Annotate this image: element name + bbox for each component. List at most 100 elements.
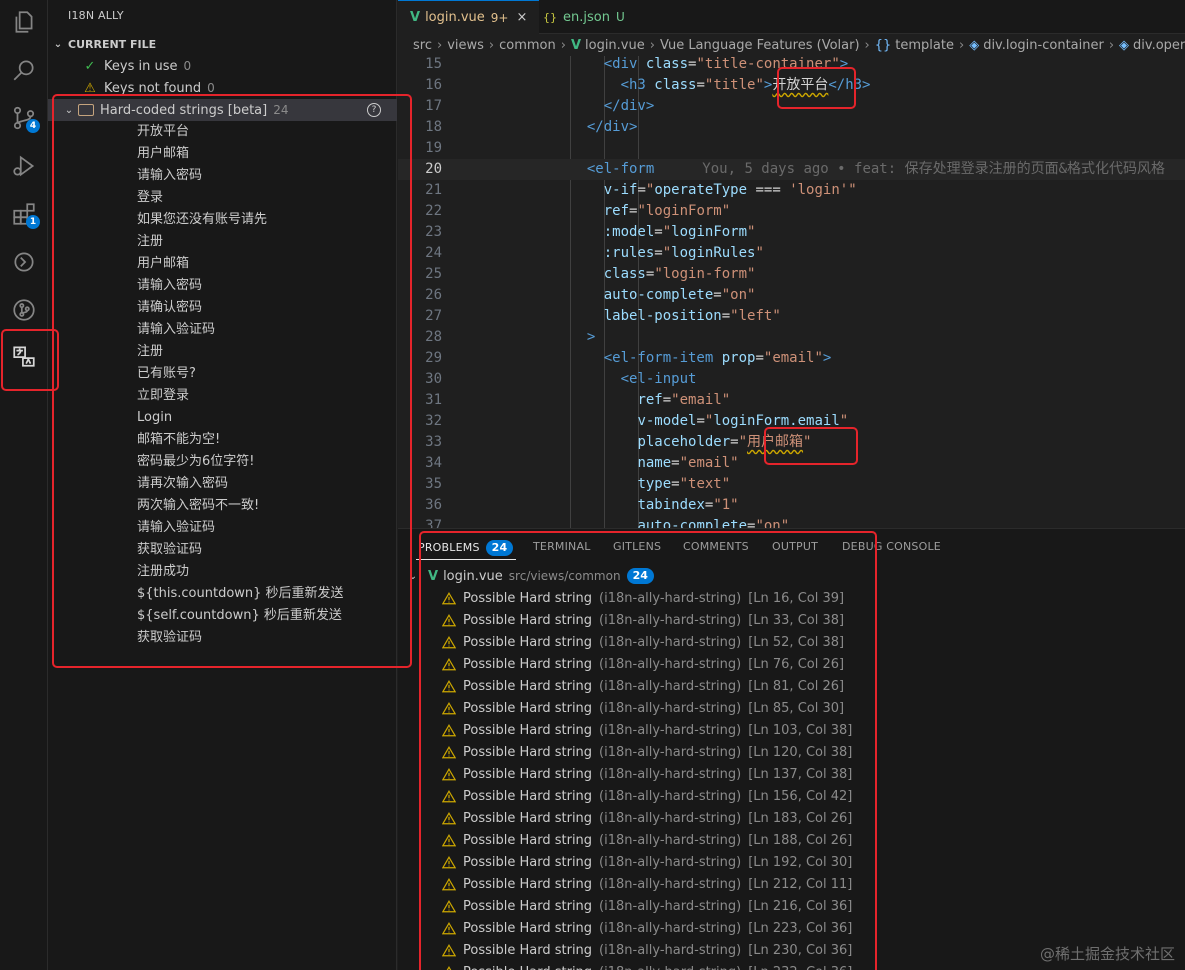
hardcoded-string-item[interactable]: 请输入验证码 — [137, 517, 215, 539]
hardcoded-string-item[interactable]: 登录 — [137, 187, 163, 209]
breadcrumb-item[interactable]: Vue Language Features (Volar) — [660, 38, 860, 53]
hardcoded-string-item[interactable]: ${self.countdown} 秒后重新发送 — [137, 605, 342, 627]
hardcoded-string-item[interactable]: 获取验证码 — [137, 539, 202, 561]
keys-not-found-item[interactable]: ⚠ Keys not found 0 — [48, 77, 397, 99]
code-token: = — [671, 455, 680, 471]
hardcoded-string-item[interactable]: 请再次输入密码 — [137, 473, 228, 495]
breadcrumb-item[interactable]: template — [895, 38, 954, 53]
problem-item[interactable]: Possible Hard string (i18n-ally-hard-stri… — [442, 785, 852, 807]
problem-item[interactable]: Possible Hard string (i18n-ally-hard-stri… — [442, 939, 852, 961]
problem-message: Possible Hard string — [463, 722, 593, 738]
git-graph-button[interactable] — [0, 288, 48, 332]
code-token: " — [747, 224, 756, 240]
tab-en-json[interactable]: {} en.json U — [531, 0, 637, 34]
problem-item[interactable]: Possible Hard string (i18n-ally-hard-stri… — [442, 587, 844, 609]
hardcoded-string-item[interactable]: 邮箱不能为空! — [137, 429, 220, 451]
panel-tab-output[interactable]: OUTPUT — [772, 540, 818, 553]
breadcrumb-item[interactable]: src — [413, 38, 432, 53]
code-token: = — [730, 434, 739, 450]
problem-item[interactable]: Possible Hard string (i18n-ally-hard-stri… — [442, 675, 844, 697]
code-line: 15 <div class="title-container"> — [398, 56, 1185, 75]
problem-item[interactable]: Possible Hard string (i18n-ally-hard-stri… — [442, 807, 852, 829]
code-token: class — [645, 56, 689, 72]
hardcoded-string-item[interactable]: 请输入密码 — [137, 165, 202, 187]
hardcoded-string-item[interactable]: 获取验证码 — [137, 627, 202, 649]
hardcoded-string-item[interactable]: 注册 — [137, 231, 163, 253]
breadcrumb-item[interactable]: common — [499, 38, 556, 53]
problem-item[interactable]: Possible Hard string (i18n-ally-hard-stri… — [442, 873, 852, 895]
problem-item[interactable]: Possible Hard string (i18n-ally-hard-stri… — [442, 697, 844, 719]
code-token: = — [671, 476, 680, 492]
keys-in-use-item[interactable]: ✓ Keys in use 0 — [48, 55, 397, 77]
problem-item[interactable]: Possible Hard string (i18n-ally-hard-stri… — [442, 961, 852, 970]
search-button[interactable] — [0, 48, 48, 92]
problem-item[interactable]: Possible Hard string (i18n-ally-hard-stri… — [442, 653, 844, 675]
hardcoded-strings-item[interactable]: ⌄ Hard-coded strings [beta] 24 ? — [48, 99, 397, 121]
panel-tab-problems[interactable]: PROBLEMS 24 — [418, 540, 514, 556]
problem-item[interactable]: Possible Hard string (i18n-ally-hard-stri… — [442, 917, 852, 939]
panel-tab-comments[interactable]: COMMENTS — [683, 540, 749, 553]
close-icon[interactable]: × — [517, 10, 528, 25]
breadcrumb-item[interactable]: div.operate — [1133, 38, 1185, 53]
hardcoded-string-item[interactable]: 请确认密码 — [137, 297, 202, 319]
problem-item[interactable]: Possible Hard string (i18n-ally-hard-stri… — [442, 609, 844, 631]
breadcrumb-item[interactable]: views — [447, 38, 484, 53]
panel-tab-debug-console[interactable]: DEBUG CONSOLE — [842, 540, 941, 553]
warning-icon — [442, 635, 456, 648]
code-editor[interactable]: 15 <div class="title-container"> 16 <h3 cla… — [398, 56, 1185, 528]
hardcoded-string-item[interactable]: 已有账号? — [137, 363, 196, 385]
chevron-down-icon: ⌄ — [64, 104, 74, 116]
source-control-button[interactable]: 4 — [0, 96, 48, 140]
warning-icon — [442, 833, 456, 846]
hardcoded-string-item[interactable]: ${this.countdown} 秒后重新发送 — [137, 583, 344, 605]
panel-tab-terminal[interactable]: TERMINAL — [533, 540, 591, 553]
code-token: = — [755, 350, 764, 366]
problem-message: Possible Hard string — [463, 656, 593, 672]
warning-icon — [442, 591, 456, 604]
run-debug-button[interactable] — [0, 144, 48, 188]
chevron-down-icon: ⌄ — [53, 38, 63, 50]
hardcoded-string-item[interactable]: Login — [137, 407, 172, 429]
code-line: 18 </div> — [398, 117, 1185, 138]
explorer-button[interactable] — [0, 0, 48, 44]
problem-location: [Ln 156, Col 42] — [748, 788, 853, 804]
problem-location: [Ln 52, Col 38] — [748, 634, 845, 650]
warning-icon — [442, 679, 456, 692]
help-icon[interactable]: ? — [367, 103, 381, 117]
line-number: 35 — [425, 476, 442, 492]
problem-item[interactable]: Possible Hard string (i18n-ally-hard-stri… — [442, 741, 852, 763]
tab-login-vue[interactable]: V login.vue 9+ × — [398, 0, 540, 34]
hardcoded-string-item[interactable]: 两次输入密码不一致! — [137, 495, 259, 517]
panel-tab-label: DEBUG CONSOLE — [842, 540, 941, 553]
problem-item[interactable]: Possible Hard string (i18n-ally-hard-stri… — [442, 829, 852, 851]
problem-item[interactable]: Possible Hard string (i18n-ally-hard-stri… — [442, 851, 852, 873]
remote-explorer-button[interactable] — [0, 240, 48, 284]
breadcrumb-item[interactable]: login.vue — [585, 38, 645, 53]
hardcoded-string-item[interactable]: 密码最少为6位字符! — [137, 451, 254, 473]
hardcoded-string-item[interactable]: 请输入密码 — [137, 275, 202, 297]
extensions-button[interactable]: 1 — [0, 192, 48, 236]
problem-item[interactable]: Possible Hard string (i18n-ally-hard-stri… — [442, 895, 852, 917]
problem-file-path: src/views/common — [508, 569, 621, 583]
problem-item[interactable]: Possible Hard string (i18n-ally-hard-stri… — [442, 719, 852, 741]
code-token: loginRules — [671, 245, 756, 261]
tab-label: login.vue — [425, 10, 485, 25]
i18n-ally-button[interactable] — [0, 334, 48, 378]
code-line: 36 tabindex="1" — [398, 495, 1185, 516]
breadcrumb-item[interactable]: div.login-container — [983, 38, 1104, 53]
problem-file-row[interactable]: ⌄ V login.vue src/views/common 24 — [398, 565, 654, 587]
hardcoded-string-item[interactable]: 请输入验证码 — [137, 319, 215, 341]
problem-item[interactable]: Possible Hard string (i18n-ally-hard-stri… — [442, 763, 852, 785]
hardcoded-string-item[interactable]: 注册成功 — [137, 561, 189, 583]
hardcoded-string-item[interactable]: 注册 — [137, 341, 163, 363]
hardcoded-string-item[interactable]: 用户邮箱 — [137, 143, 189, 165]
problem-location: [Ln 232, Col 36] — [748, 965, 852, 970]
hardcoded-string-item[interactable]: 立即登录 — [137, 385, 189, 407]
hardcoded-string-item[interactable]: 用户邮箱 — [137, 253, 189, 275]
problem-item[interactable]: Possible Hard string (i18n-ally-hard-stri… — [442, 631, 844, 653]
hardcoded-string-item[interactable]: 如果您还没有账号请先 — [137, 209, 267, 231]
panel-tab-gitlens[interactable]: GITLENS — [613, 540, 661, 553]
hardcoded-string-item[interactable]: 开放平台 — [137, 121, 189, 143]
current-file-section-header[interactable]: ⌄ CURRENT FILE — [48, 34, 397, 54]
problem-source: (i18n-ally-hard-string) — [599, 766, 742, 782]
